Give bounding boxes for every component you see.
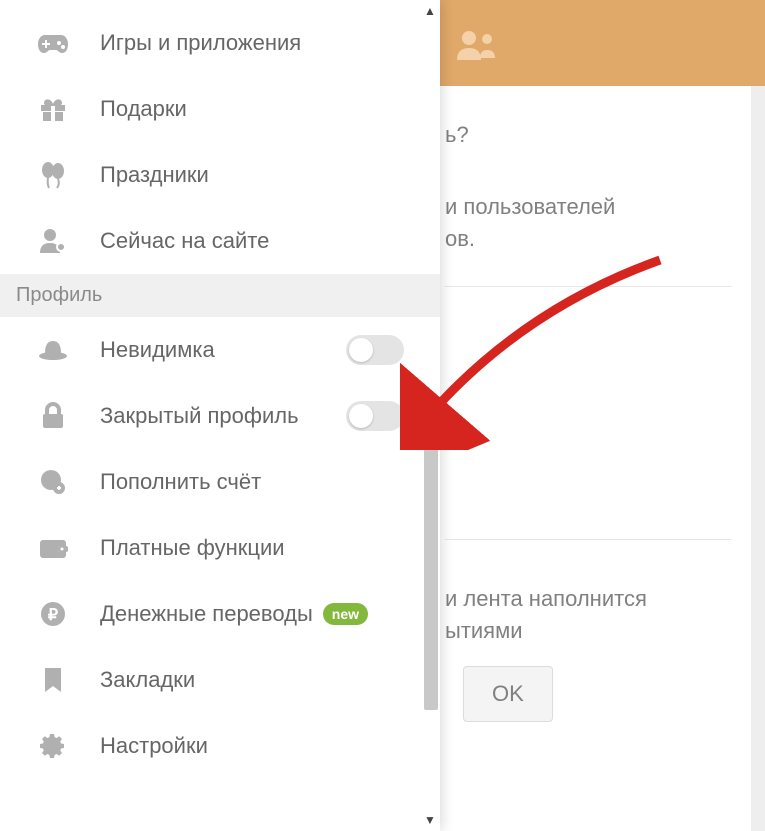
divider xyxy=(445,539,731,540)
sidebar-item-paid-features[interactable]: Платные функции xyxy=(0,515,440,581)
sidebar-item-topup[interactable]: Пополнить счёт xyxy=(0,449,440,515)
sidebar-item-online-now[interactable]: Сейчас на сайте xyxy=(0,208,440,274)
balloons-icon xyxy=(34,160,72,190)
wallet-icon xyxy=(34,536,72,560)
gift-icon xyxy=(34,95,72,123)
scroll-down-icon[interactable]: ▼ xyxy=(424,813,436,827)
sidebar-item-games[interactable]: Игры и приложения xyxy=(0,10,440,76)
sidebar-item-label: Невидимка xyxy=(100,337,215,363)
content-question: ь? xyxy=(445,122,731,148)
gear-icon xyxy=(34,732,72,760)
ok-button[interactable]: OK xyxy=(463,666,553,722)
sidebar-item-holidays[interactable]: Праздники xyxy=(0,142,440,208)
content-text-4: ытиями xyxy=(445,618,731,644)
private-profile-toggle[interactable] xyxy=(346,401,404,431)
sidebar-section-profile: Профиль xyxy=(0,274,440,317)
ruble-icon: ₽ xyxy=(34,600,72,628)
truncated-section-header xyxy=(0,0,440,10)
sidebar-item-label: Подарки xyxy=(100,96,187,122)
coin-plus-icon xyxy=(34,468,72,496)
sidebar-item-label: Сейчас на сайте xyxy=(100,228,269,254)
sidebar-item-bookmarks[interactable]: Закладки xyxy=(0,647,440,713)
sidebar-item-label: Игры и приложения xyxy=(100,30,301,56)
sidebar-item-label: Платные функции xyxy=(100,535,285,561)
sidebar: Игры и приложения Подарки Праздники Сейч… xyxy=(0,0,440,831)
scroll-up-icon[interactable]: ▲ xyxy=(424,4,436,18)
sidebar-item-private-profile[interactable]: Закрытый профиль xyxy=(0,383,440,449)
hat-icon xyxy=(34,339,72,361)
sidebar-item-label: Настройки xyxy=(100,733,208,759)
sidebar-item-label: Праздники xyxy=(100,162,209,188)
content-text-1: и пользователей xyxy=(445,194,731,220)
bookmark-icon xyxy=(34,666,72,694)
content-text-3: и лента наполнится xyxy=(445,586,731,612)
new-badge: new xyxy=(323,603,368,625)
sidebar-item-invisible[interactable]: Невидимка xyxy=(0,317,440,383)
content-text-2: ов. xyxy=(445,226,731,252)
sidebar-item-label: Закрытый профиль xyxy=(100,403,299,429)
divider xyxy=(445,286,731,287)
sidebar-item-money-transfer[interactable]: ₽ Денежные переводы new xyxy=(0,581,440,647)
sidebar-scrollbar[interactable]: ▲ ▼ xyxy=(422,0,440,831)
sidebar-item-settings[interactable]: Настройки xyxy=(0,713,440,779)
svg-text:₽: ₽ xyxy=(48,607,58,624)
lock-icon xyxy=(34,402,72,430)
gamepad-icon xyxy=(34,31,72,55)
sidebar-item-label: Пополнить счёт xyxy=(100,469,261,495)
scroll-thumb[interactable] xyxy=(424,420,438,710)
invisible-toggle[interactable] xyxy=(346,335,404,365)
sidebar-item-label: Денежные переводы xyxy=(100,601,313,627)
people-icon xyxy=(455,28,499,62)
user-online-icon xyxy=(34,227,72,255)
sidebar-item-gifts[interactable]: Подарки xyxy=(0,76,440,142)
sidebar-item-label: Закладки xyxy=(100,667,195,693)
